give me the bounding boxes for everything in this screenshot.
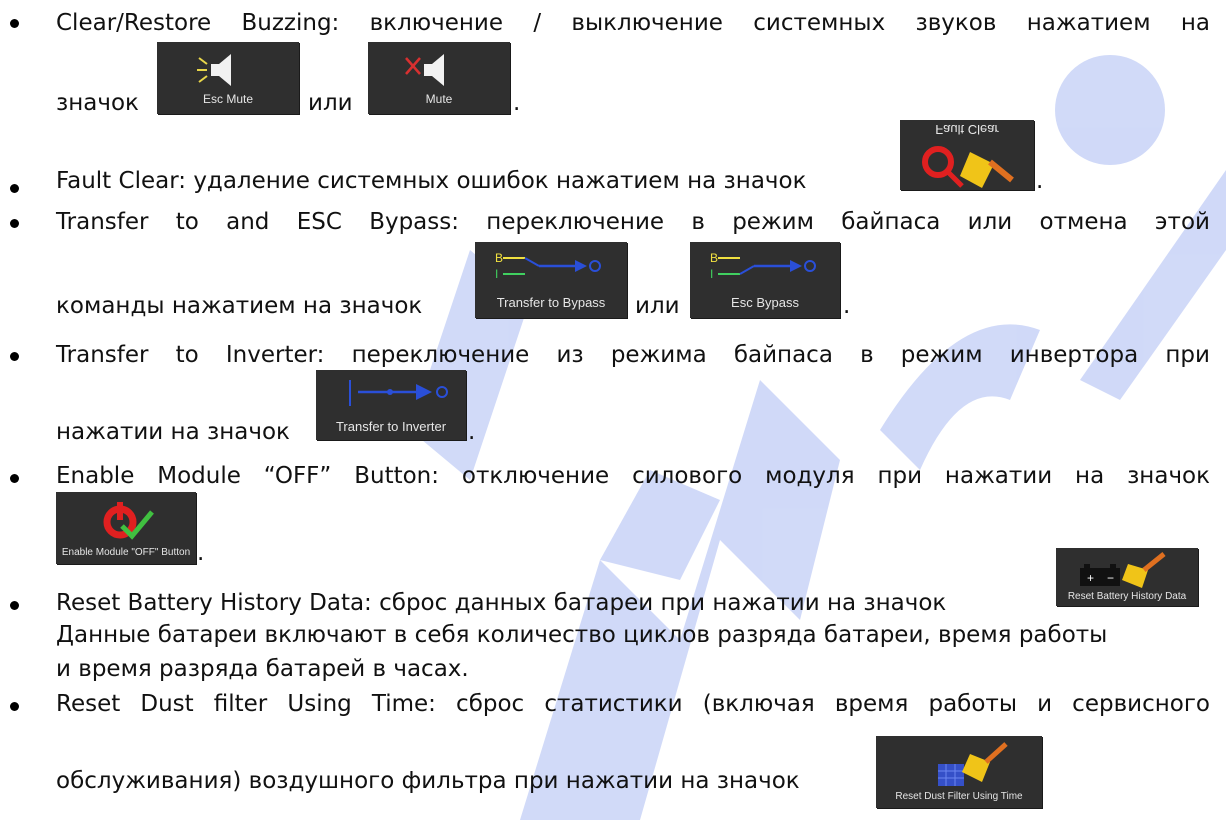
svg-text:I: I bbox=[710, 267, 713, 281]
word: Clear/Restore bbox=[56, 10, 212, 36]
svg-text:+: + bbox=[1087, 571, 1094, 585]
word: отмена bbox=[1039, 209, 1128, 235]
word: сервисного bbox=[1072, 691, 1210, 717]
mute-button[interactable]: Mute bbox=[368, 42, 510, 114]
word: сброс bbox=[456, 691, 525, 717]
bullet bbox=[10, 601, 19, 610]
esc-bypass-button[interactable]: B I Esc Bypass bbox=[690, 242, 840, 318]
word: в bbox=[860, 342, 874, 368]
conj-or: или bbox=[635, 293, 680, 319]
word: Buzzing: bbox=[241, 10, 340, 36]
word: выключение bbox=[571, 10, 723, 36]
word: этой bbox=[1154, 209, 1210, 235]
word: системных bbox=[753, 10, 886, 36]
item-text: обслуживания) воздушного фильтра при наж… bbox=[56, 768, 800, 794]
period: . bbox=[197, 540, 205, 566]
word: Bypass: bbox=[369, 209, 459, 235]
word: и bbox=[1037, 691, 1053, 717]
esc-mute-label: Esc Mute bbox=[202, 92, 253, 106]
word: Time: bbox=[371, 691, 436, 717]
reset-dust-filter-label: Reset Dust Filter Using Time bbox=[895, 791, 1023, 802]
word: to bbox=[175, 342, 199, 368]
item-reset-dust-line1: Reset Dust filter Using Time: сброс стат… bbox=[56, 689, 1210, 719]
reset-battery-history-label: Reset Battery History Data bbox=[1067, 591, 1187, 602]
fault-clear-icon bbox=[922, 146, 1014, 188]
word: ESC bbox=[296, 209, 342, 235]
svg-text:B: B bbox=[495, 251, 503, 265]
item-enable-module-off: Enable Module “OFF” Button: отключение с… bbox=[56, 463, 1210, 489]
word: звуков bbox=[915, 10, 997, 36]
mute-label: Mute bbox=[425, 92, 453, 106]
word: статистики bbox=[544, 691, 683, 717]
svg-text:B: B bbox=[710, 251, 718, 265]
svg-text:−: − bbox=[1107, 571, 1114, 585]
word: включение bbox=[369, 10, 504, 36]
item-text: значок bbox=[56, 90, 139, 116]
word: to bbox=[175, 209, 199, 235]
word: переключение bbox=[486, 209, 665, 235]
period: . bbox=[1036, 168, 1044, 194]
fault-clear-button[interactable]: Fault Clear bbox=[900, 120, 1034, 190]
item-text: команды нажатием на значок bbox=[56, 293, 423, 319]
period: . bbox=[843, 293, 851, 319]
word: режим bbox=[900, 342, 983, 368]
word: байпаса bbox=[733, 342, 833, 368]
esc-bypass-label: Esc Bypass bbox=[731, 295, 799, 310]
word: из bbox=[556, 342, 584, 368]
enable-module-off-button[interactable]: Enable Module "OFF" Button bbox=[56, 492, 196, 564]
word: Using bbox=[287, 691, 352, 717]
bullet bbox=[10, 219, 19, 228]
item-text: нажатии на значок bbox=[56, 419, 290, 445]
item-transfer-inverter-line1: Transfer to Inverter: переключение из ре… bbox=[56, 340, 1210, 370]
item-transfer-bypass-line1: Transfer to and ESC Bypass: переключение… bbox=[56, 207, 1210, 237]
word: время bbox=[834, 691, 909, 717]
word: байпаса bbox=[841, 209, 941, 235]
esc-mute-button[interactable]: Esc Mute bbox=[157, 42, 299, 114]
word: Inverter: bbox=[225, 342, 325, 368]
reset-battery-history-button[interactable]: + − Reset Battery History Data bbox=[1056, 548, 1198, 606]
item-reset-battery-cont1: Данные батареи включают в себя количеств… bbox=[56, 622, 1108, 648]
reset-dust-filter-button[interactable]: Reset Dust Filter Using Time bbox=[876, 736, 1042, 808]
word: переключение bbox=[351, 342, 530, 368]
conj-or: или bbox=[308, 90, 353, 116]
word: (включая bbox=[702, 691, 815, 717]
word: режима bbox=[610, 342, 707, 368]
item-reset-battery: Reset Battery History Data: сброс данных… bbox=[56, 590, 947, 616]
word: Dust bbox=[140, 691, 194, 717]
word: инвертора bbox=[1009, 342, 1139, 368]
word: Transfer bbox=[56, 342, 149, 368]
document-page: Clear/Restore Buzzing: включение / выклю… bbox=[0, 0, 1226, 820]
bullet bbox=[10, 184, 19, 193]
word: / bbox=[533, 10, 542, 36]
word: and bbox=[226, 209, 270, 235]
item-clear-restore-buzzing-line1: Clear/Restore Buzzing: включение / выклю… bbox=[56, 8, 1210, 38]
transfer-to-inverter-button[interactable]: Transfer to Inverter bbox=[316, 370, 466, 440]
bullet bbox=[10, 474, 19, 483]
bullet bbox=[10, 702, 19, 711]
word: в bbox=[691, 209, 705, 235]
period: . bbox=[468, 419, 476, 445]
transfer-to-inverter-label: Transfer to Inverter bbox=[335, 419, 447, 434]
word: Transfer bbox=[56, 209, 149, 235]
word: Reset bbox=[56, 691, 121, 717]
transfer-to-bypass-button[interactable]: B I Transfer to Bypass bbox=[475, 242, 627, 318]
item-reset-battery-cont2: и время разряда батарей в часах. bbox=[56, 656, 469, 682]
svg-text:I: I bbox=[495, 267, 498, 281]
word: на bbox=[1180, 10, 1210, 36]
word: работы bbox=[928, 691, 1017, 717]
word: нажатием bbox=[1026, 10, 1151, 36]
word: filter bbox=[213, 691, 268, 717]
bullet bbox=[10, 19, 19, 28]
word: режим bbox=[732, 209, 814, 235]
word: или bbox=[967, 209, 1013, 235]
transfer-to-bypass-label: Transfer to Bypass bbox=[496, 295, 606, 310]
bullet bbox=[10, 352, 19, 361]
period: . bbox=[513, 90, 521, 116]
enable-module-off-label: Enable Module "OFF" Button bbox=[61, 547, 191, 558]
word: при bbox=[1165, 342, 1210, 368]
item-fault-clear: Fault Clear: удаление системных ошибок н… bbox=[56, 168, 807, 194]
